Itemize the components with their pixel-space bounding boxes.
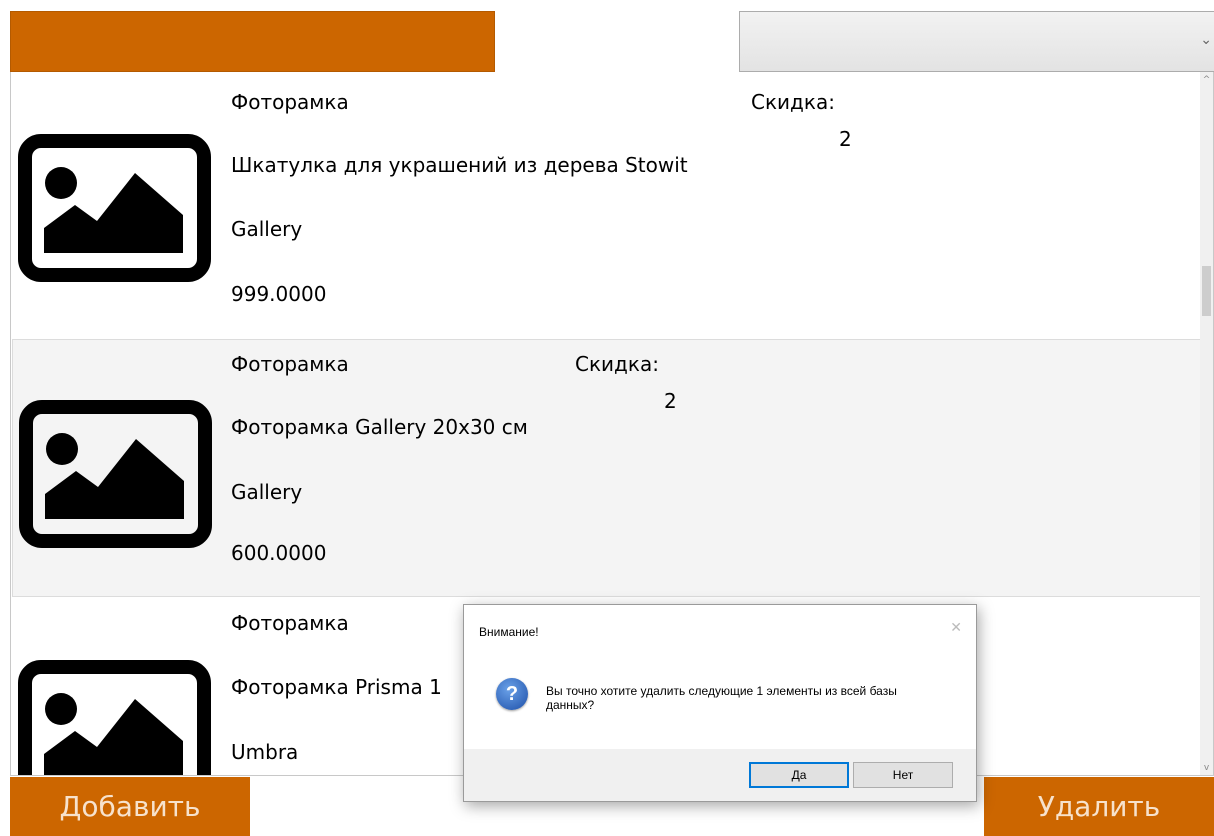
product-category: Фоторамка bbox=[231, 352, 349, 376]
dialog-message: Вы точно хотите удалить следующие 1 элем… bbox=[546, 684, 897, 712]
discount-value: 2 bbox=[664, 389, 677, 413]
no-button[interactable]: Нет bbox=[853, 762, 953, 788]
chevron-down-icon: ⌄ bbox=[1200, 32, 1212, 48]
product-manufacturer: Gallery bbox=[231, 217, 303, 241]
scroll-down-icon[interactable]: v bbox=[1201, 762, 1212, 774]
image-placeholder-icon bbox=[18, 660, 211, 775]
discount-label: Скидка: bbox=[575, 352, 659, 376]
product-category: Фоторамка bbox=[231, 90, 349, 114]
scrollbar-thumb[interactable] bbox=[1202, 266, 1211, 316]
product-name: Фоторамка Gallery 20х30 см bbox=[231, 415, 528, 439]
product-category: Фоторамка bbox=[231, 611, 349, 635]
close-icon[interactable]: ✕ bbox=[950, 619, 962, 636]
product-price: 999.0000 bbox=[231, 282, 327, 306]
discount-value: 2 bbox=[839, 127, 852, 151]
product-manufacturer: Gallery bbox=[231, 480, 303, 504]
scroll-up-icon[interactable]: ^ bbox=[1201, 74, 1212, 86]
confirm-dialog: Внимание! ✕ ? Вы точно хотите удалить сл… bbox=[463, 604, 977, 802]
product-row[interactable]: Фоторамка Шкатулка для украшений из дере… bbox=[12, 72, 1201, 330]
image-placeholder-icon bbox=[18, 134, 211, 282]
add-button[interactable]: Добавить bbox=[10, 777, 250, 836]
sort-combobox[interactable]: ⌄ bbox=[739, 11, 1214, 72]
product-name: Шкатулка для украшений из дерева Stowit bbox=[231, 153, 688, 177]
vertical-scrollbar[interactable]: ^ v bbox=[1200, 72, 1213, 775]
yes-button[interactable]: Да bbox=[749, 762, 849, 788]
image-placeholder-icon bbox=[19, 400, 212, 548]
product-name: Фоторамка Prisma 1 bbox=[231, 675, 442, 699]
discount-label: Скидка: bbox=[751, 90, 835, 114]
delete-button[interactable]: Удалить bbox=[984, 777, 1214, 836]
dialog-title: Внимание! bbox=[479, 625, 539, 639]
product-manufacturer: Umbra bbox=[231, 740, 299, 764]
question-icon: ? bbox=[496, 678, 528, 710]
product-row[interactable]: Фоторамка Фоторамка Gallery 20х30 см Gal… bbox=[12, 339, 1201, 597]
product-price: 600.0000 bbox=[231, 541, 327, 565]
header-orange-bar bbox=[10, 11, 495, 72]
